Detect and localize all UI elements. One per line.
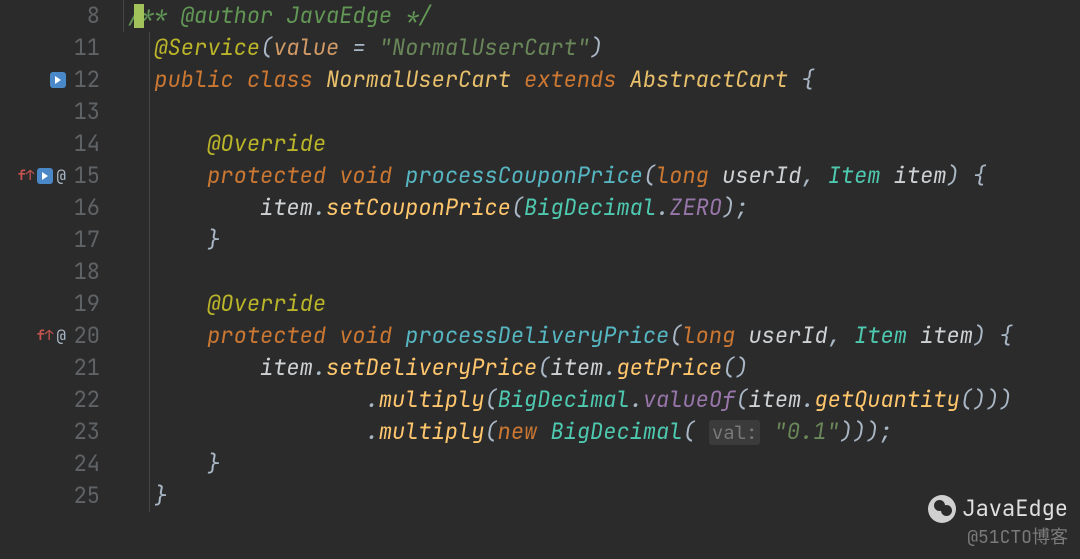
code-line[interactable]: /** @author JavaEdge */: [118, 0, 1080, 32]
line-number: 18: [70, 256, 100, 288]
at-icon: @: [56, 320, 66, 352]
wechat-icon: [928, 495, 956, 523]
code-line[interactable]: public class NormalUserCart extends Abst…: [118, 64, 1080, 96]
watermark-site: @51CTO博客: [928, 523, 1068, 549]
gutter-line: 23: [0, 416, 104, 448]
code-line[interactable]: }: [118, 224, 1080, 256]
watermark: JavaEdge @51CTO博客: [928, 494, 1068, 549]
line-number: 20: [70, 320, 100, 352]
gutter-line: 21: [0, 352, 104, 384]
method-name: processDeliveryPrice: [405, 321, 669, 350]
annotation: @Override: [207, 289, 326, 318]
string-literal: "0.1": [774, 417, 840, 446]
code-line[interactable]: @Override: [118, 128, 1080, 160]
annotation: @Override: [207, 129, 326, 158]
code-line[interactable]: @Service(value = "NormalUserCart"): [118, 32, 1080, 64]
run-icon[interactable]: [50, 72, 66, 88]
code-line[interactable]: [118, 96, 1080, 128]
line-number: 16: [70, 192, 100, 224]
line-number: 23: [70, 416, 100, 448]
code-editor[interactable]: 8 11 12 13 14 f↑@15 16 17 18 19 f↑@20 21…: [0, 0, 1080, 559]
code-line[interactable]: @Override: [118, 288, 1080, 320]
line-number: 22: [70, 384, 100, 416]
code-line[interactable]: [118, 256, 1080, 288]
line-number: 21: [70, 352, 100, 384]
line-number: 11: [70, 32, 100, 64]
code-line[interactable]: .multiply(new BigDecimal( val: "0.1")));: [118, 416, 1080, 448]
gutter-line: f↑@20: [0, 320, 104, 352]
line-number: 24: [70, 448, 100, 480]
code-line[interactable]: protected void processCouponPrice(long u…: [118, 160, 1080, 192]
line-number: 13: [70, 96, 100, 128]
class-name: NormalUserCart: [326, 65, 524, 94]
line-number: 15: [70, 160, 100, 192]
gutter-line: 24: [0, 448, 104, 480]
line-number: 12: [70, 64, 100, 96]
run-icon[interactable]: [37, 168, 53, 184]
param-hint: val:: [709, 420, 761, 445]
line-number: 8: [70, 0, 100, 32]
gutter-line: 12: [0, 64, 104, 96]
string-literal: "NormalUserCart": [379, 33, 590, 62]
gutter-line: 14: [0, 128, 104, 160]
annotation: @Service: [154, 33, 260, 62]
code-line[interactable]: protected void processDeliveryPrice(long…: [118, 320, 1080, 352]
line-number: 19: [70, 288, 100, 320]
line-number: 17: [70, 224, 100, 256]
code-line[interactable]: item.setCouponPrice(BigDecimal.ZERO);: [118, 192, 1080, 224]
gutter-line: 11: [0, 32, 104, 64]
method-name: processCouponPrice: [405, 161, 643, 190]
override-up-icon[interactable]: f↑: [37, 320, 54, 352]
code-line[interactable]: .multiply(BigDecimal.valueOf(item.getQua…: [118, 384, 1080, 416]
gutter-line: 25: [0, 480, 104, 512]
gutter-line: 18: [0, 256, 104, 288]
gutter-line: 16: [0, 192, 104, 224]
gutter-line: 19: [0, 288, 104, 320]
code-line[interactable]: item.setDeliveryPrice(item.getPrice(): [118, 352, 1080, 384]
gutter-line: 17: [0, 224, 104, 256]
constant: ZERO: [669, 193, 722, 222]
override-up-icon[interactable]: f↑: [18, 160, 35, 192]
gutter-line: 13: [0, 96, 104, 128]
line-number: 25: [70, 480, 100, 512]
gutter: 8 11 12 13 14 f↑@15 16 17 18 19 f↑@20 21…: [0, 0, 110, 559]
code-line[interactable]: }: [118, 448, 1080, 480]
doc-comment: /** @author JavaEdge */: [128, 1, 432, 30]
at-icon: @: [56, 160, 66, 192]
code-area[interactable]: /** @author JavaEdge */ @Service(value =…: [110, 0, 1080, 559]
watermark-name: JavaEdge: [962, 494, 1068, 523]
gutter-line: f↑ @15: [0, 160, 104, 192]
gutter-line: 22: [0, 384, 104, 416]
line-number: 14: [70, 128, 100, 160]
gutter-line: 8: [0, 0, 104, 32]
caret: [134, 4, 144, 28]
